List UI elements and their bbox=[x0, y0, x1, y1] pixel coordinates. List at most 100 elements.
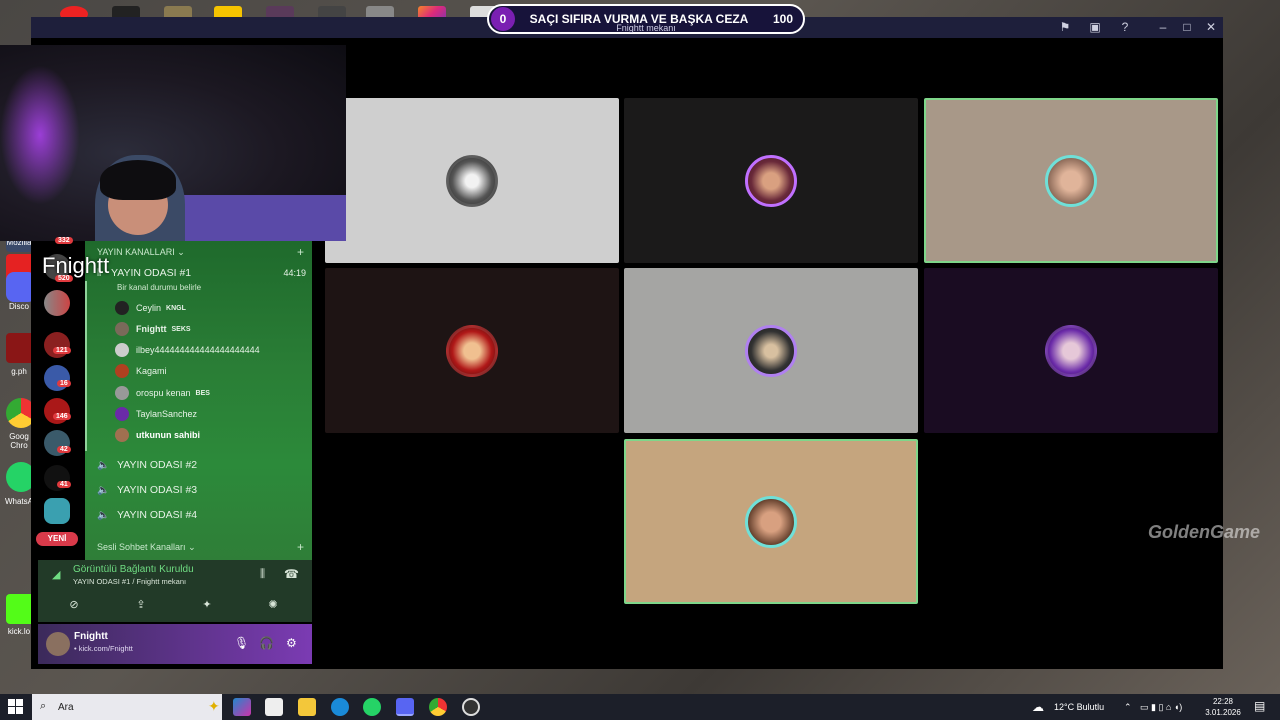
server-icon[interactable] bbox=[44, 290, 70, 316]
channel-status[interactable]: Bir kanal durumu belirle bbox=[117, 283, 201, 292]
tray-icons[interactable]: ▭ ▮ ▯ ⌂ ◖) bbox=[1140, 702, 1182, 713]
voice-member[interactable]: Kagami bbox=[115, 364, 167, 378]
unread-badge: 16 bbox=[57, 380, 71, 387]
avatar bbox=[1045, 324, 1097, 377]
avatar bbox=[745, 495, 797, 548]
copilot-icon[interactable] bbox=[233, 698, 251, 716]
server-icon[interactable] bbox=[44, 332, 70, 358]
channel-label: YAYIN ODASI #1 bbox=[111, 267, 192, 279]
clock[interactable]: 22:28 3.01.2026 bbox=[1200, 696, 1246, 718]
settings-gear-icon[interactable]: ⚙ bbox=[286, 636, 297, 650]
voice-member[interactable]: ilbey444444444444444444444 bbox=[115, 343, 260, 357]
webcam-overlay bbox=[0, 45, 346, 241]
weather-text[interactable]: 12°C Bulutlu bbox=[1054, 702, 1104, 712]
banner-subtitle: Fnightt mekanı bbox=[616, 23, 676, 33]
channel-yayin-odasi-2[interactable]: 🔈 YAYIN ODASI #2 bbox=[97, 459, 197, 471]
microphone-icon[interactable]: 🎙 bbox=[234, 636, 249, 650]
unread-badge: 42 bbox=[57, 446, 71, 453]
room-light bbox=[0, 65, 80, 205]
store-icon[interactable] bbox=[265, 698, 283, 716]
member-tag: KNGL bbox=[166, 304, 186, 312]
maximize-button[interactable]: □ bbox=[1179, 20, 1195, 34]
server-icon[interactable] bbox=[44, 398, 70, 424]
video-tile[interactable] bbox=[325, 268, 619, 433]
member-name: ilbey444444444444444444444 bbox=[136, 345, 260, 355]
avatar bbox=[446, 154, 498, 207]
voice-status-title[interactable]: Görüntülü Bağlantı Kuruldu bbox=[73, 564, 194, 575]
sparkle-icon: ✦ bbox=[208, 698, 220, 714]
edge-icon[interactable] bbox=[331, 698, 349, 716]
voice-member[interactable]: TaylanSanchez bbox=[115, 407, 197, 421]
voice-status-subtitle: YAYIN ODASI #1 / Fnightt mekanı bbox=[73, 577, 187, 586]
speaker-icon: 🔈 bbox=[97, 459, 110, 471]
voice-member[interactable]: Ceylin KNGL bbox=[115, 301, 186, 315]
clock-date: 3.01.2026 bbox=[1205, 708, 1241, 717]
whatsapp-icon[interactable] bbox=[363, 698, 381, 716]
video-tile-speaking[interactable] bbox=[624, 439, 918, 604]
search-box[interactable]: ⌕ Ara ✦ bbox=[32, 694, 222, 720]
windows-start-icon[interactable] bbox=[8, 699, 24, 715]
video-tile[interactable] bbox=[624, 98, 918, 263]
unread-badge: 41 bbox=[57, 481, 71, 488]
member-tag: BES bbox=[195, 389, 210, 397]
avatar bbox=[446, 324, 498, 377]
video-tile[interactable] bbox=[924, 268, 1218, 433]
add-channel-icon[interactable]: + bbox=[297, 540, 304, 554]
voice-member[interactable]: orospu kenan BES bbox=[115, 386, 210, 400]
member-name: orospu kenan bbox=[136, 388, 191, 398]
channel-list: YAYIN KANALLARI ⌄ + ⫴ YAYIN ODASI #1 44:… bbox=[85, 241, 312, 561]
screen-share-button[interactable]: ⇪ bbox=[111, 594, 171, 616]
signal-icon: ◢ bbox=[52, 569, 61, 581]
watermark-logo: GoldenGame bbox=[1148, 522, 1261, 542]
channel-yayin-odasi-4[interactable]: 🔈 YAYIN ODASI #4 bbox=[97, 509, 197, 521]
member-name: Kagami bbox=[136, 366, 167, 376]
user-avatar[interactable] bbox=[46, 632, 70, 656]
voice-member[interactable]: Fnightt SEKS bbox=[115, 322, 191, 336]
search-icon: ⌕ bbox=[40, 700, 47, 712]
disconnect-icon[interactable]: ☎ bbox=[284, 567, 299, 581]
flag-icon[interactable]: ⚑ bbox=[1057, 20, 1073, 34]
channel-yayin-odasi-3[interactable]: 🔈 YAYIN ODASI #3 bbox=[97, 484, 197, 496]
member-name: TaylanSanchez bbox=[136, 409, 198, 419]
unread-badge: 332 bbox=[55, 237, 73, 244]
new-badge[interactable]: YENİ bbox=[36, 532, 78, 546]
obs-icon[interactable] bbox=[462, 698, 480, 716]
channel-yayin-odasi-1[interactable]: ⫴ YAYIN ODASI #1 bbox=[97, 267, 191, 279]
camera-off-button[interactable]: ⊘ bbox=[44, 594, 104, 616]
chrome-icon[interactable] bbox=[429, 698, 447, 716]
category-label: Sesli Sohbet Kanalları bbox=[97, 542, 186, 552]
activities-button[interactable]: ✦ bbox=[177, 594, 237, 616]
chevron-up-icon[interactable]: ⌃ bbox=[1124, 702, 1132, 713]
member-name: utkunun sahibi bbox=[136, 430, 200, 440]
voice-connection-panel: ◢ Görüntülü Bağlantı Kuruldu YAYIN ODASI… bbox=[38, 560, 312, 622]
avatar bbox=[115, 407, 129, 421]
bed-blanket bbox=[170, 195, 346, 241]
video-tile[interactable] bbox=[624, 268, 918, 433]
headphones-icon[interactable]: 🎧 bbox=[259, 636, 274, 650]
notification-icon[interactable]: ▤ bbox=[1254, 699, 1265, 713]
close-button[interactable]: ✕ bbox=[1203, 20, 1219, 34]
weather-icon[interactable]: ☁ bbox=[1032, 700, 1044, 714]
noise-suppression-icon[interactable]: ⫼ bbox=[260, 568, 265, 581]
server-icon[interactable] bbox=[44, 498, 70, 524]
inbox-icon[interactable]: ▣ bbox=[1087, 20, 1103, 34]
minimize-button[interactable]: – bbox=[1155, 20, 1171, 34]
category-header[interactable]: YAYIN KANALLARI ⌄ bbox=[97, 247, 185, 258]
unread-badge: 146 bbox=[53, 413, 71, 420]
discord-icon[interactable] bbox=[396, 698, 414, 716]
avatar bbox=[745, 154, 797, 207]
soundboard-button[interactable]: ✺ bbox=[243, 594, 303, 616]
help-icon[interactable]: ? bbox=[1117, 20, 1133, 34]
user-status: • kick.com/Fnightt bbox=[74, 644, 133, 653]
video-tile-speaking[interactable] bbox=[924, 98, 1218, 263]
search-placeholder: Ara bbox=[58, 702, 74, 713]
server-icon[interactable] bbox=[44, 365, 70, 391]
video-tile[interactable] bbox=[325, 98, 619, 263]
voice-member[interactable]: utkunun sahibi bbox=[115, 428, 200, 442]
category-header[interactable]: Sesli Sohbet Kanalları ⌄ bbox=[97, 542, 196, 553]
avatar bbox=[115, 343, 129, 357]
member-name: Fnightt bbox=[136, 324, 167, 334]
member-name: Ceylin bbox=[136, 303, 162, 313]
file-explorer-icon[interactable] bbox=[298, 698, 316, 716]
add-channel-icon[interactable]: + bbox=[297, 245, 304, 259]
